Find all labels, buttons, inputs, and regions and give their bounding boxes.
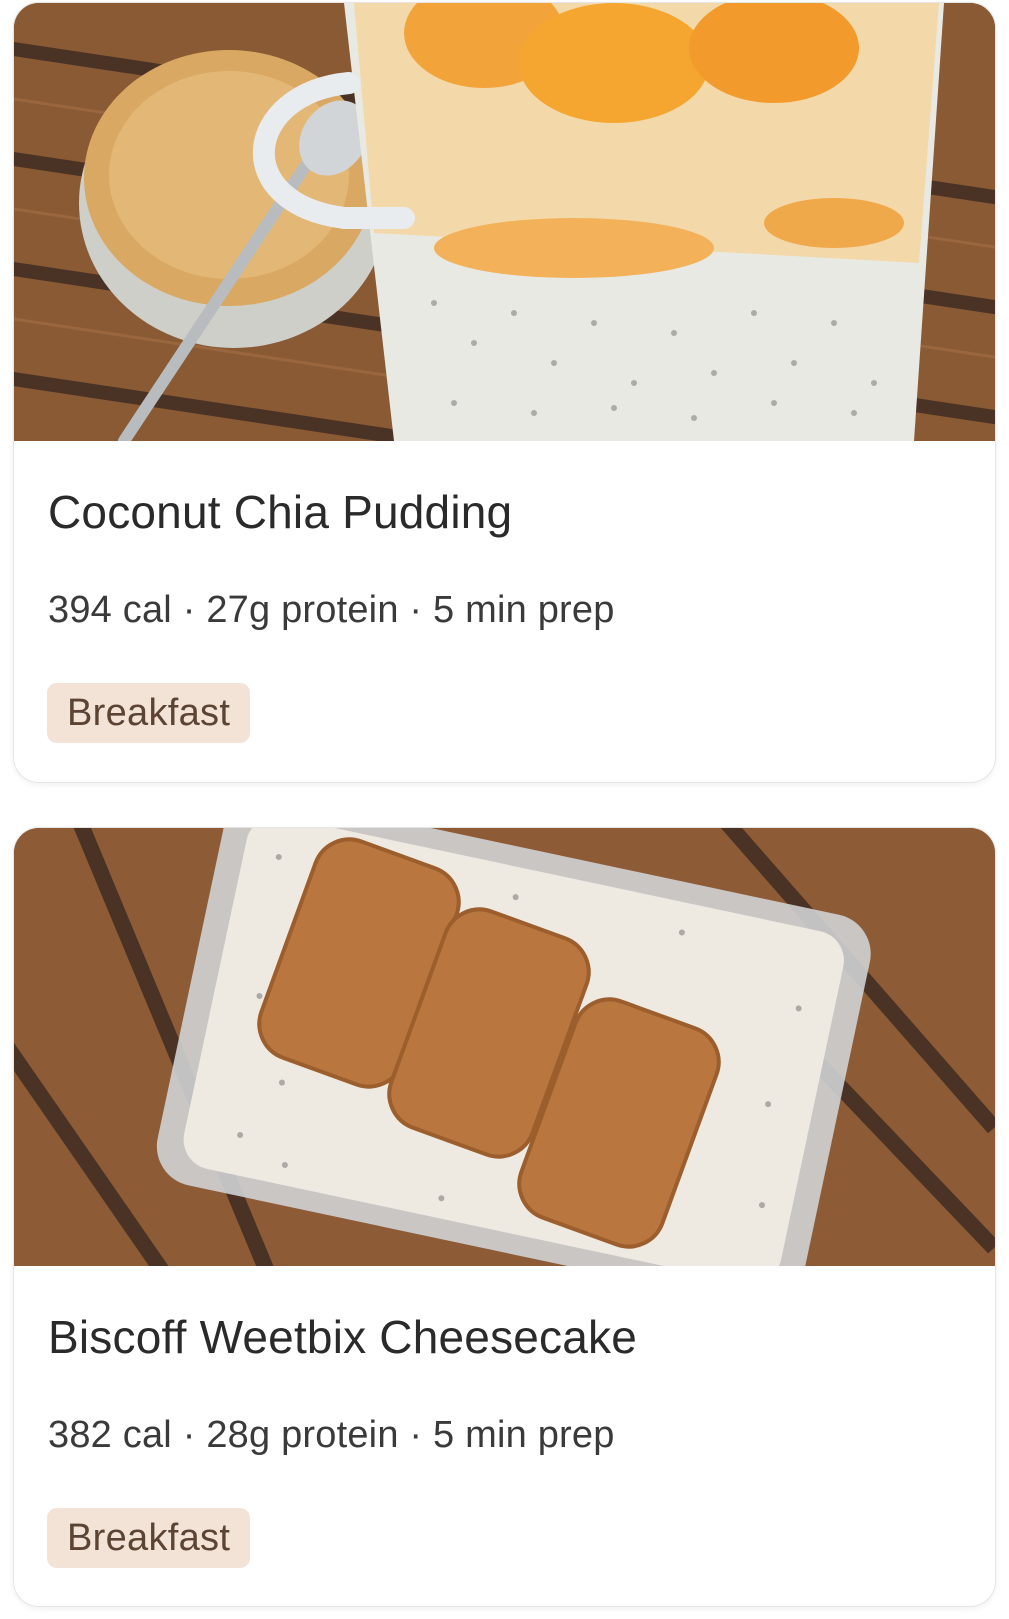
meta-separator: · (171, 589, 207, 631)
recipe-meta: 382 cal · 28g protein · 5 min prep (48, 1414, 615, 1457)
meta-separator: · (171, 1414, 207, 1456)
recipe-photo (14, 828, 995, 1266)
prep-time: 5 min prep (433, 589, 615, 631)
recipe-photo (14, 3, 995, 441)
meta-separator: · (398, 589, 434, 631)
recipe-card[interactable]: Biscoff Weetbix Cheesecake 382 cal · 28g… (13, 827, 996, 1607)
cheesecake-photo (14, 828, 995, 1266)
recipe-title: Coconut Chia Pudding (48, 486, 513, 538)
protein: 27g protein (206, 589, 399, 631)
calories: 382 cal (48, 1414, 172, 1456)
recipe-card[interactable]: Coconut Chia Pudding 394 cal · 27g prote… (13, 2, 996, 783)
calories: 394 cal (48, 589, 172, 631)
recipe-title: Biscoff Weetbix Cheesecake (48, 1311, 638, 1363)
meal-tag: Breakfast (47, 683, 251, 743)
chia-pudding-photo (14, 3, 995, 441)
recipe-meta: 394 cal · 27g protein · 5 min prep (48, 589, 615, 632)
meal-tag: Breakfast (47, 1508, 251, 1568)
prep-time: 5 min prep (433, 1414, 615, 1456)
meta-separator: · (398, 1414, 434, 1456)
protein: 28g protein (206, 1414, 399, 1456)
